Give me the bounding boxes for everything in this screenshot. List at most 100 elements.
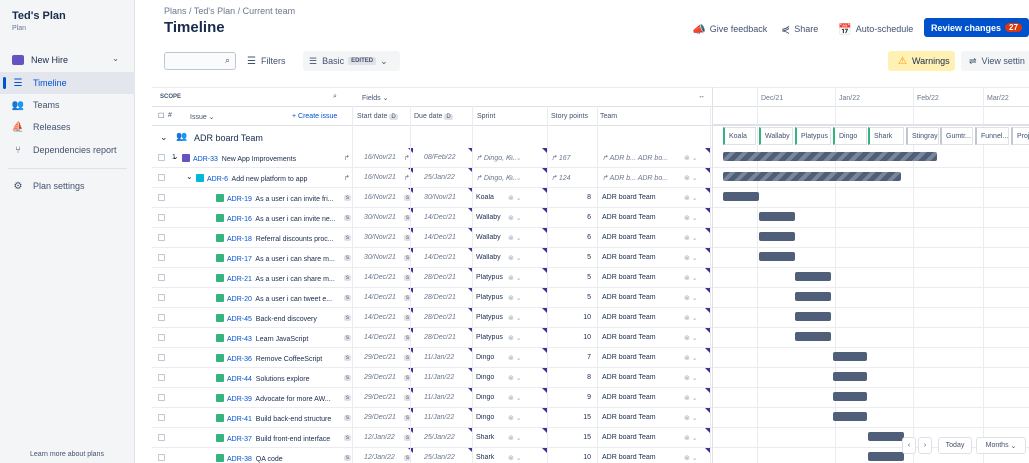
issue-bar[interactable] bbox=[795, 332, 831, 341]
due-date-cell[interactable]: 14/Dec/21 bbox=[424, 254, 456, 261]
issue-cell[interactable]: ADR-21 As a user i can share m... bbox=[216, 274, 342, 283]
start-date-cell[interactable]: 12/Jan/22 bbox=[364, 434, 395, 441]
issue-bar[interactable] bbox=[833, 412, 867, 421]
chevron-down-icon[interactable]: ⌄ bbox=[172, 152, 179, 161]
sprint-cell[interactable]: Wallaby bbox=[476, 234, 534, 241]
story-points-cell[interactable]: 7 bbox=[551, 354, 591, 361]
issue-key[interactable]: ADR-39 bbox=[227, 396, 252, 403]
row-checkbox[interactable] bbox=[158, 194, 165, 201]
team-cell[interactable]: ADR board Team bbox=[602, 434, 684, 441]
due-date-cell[interactable]: 28/Dec/21 bbox=[424, 274, 456, 281]
prev-button[interactable]: ‹ bbox=[902, 437, 916, 454]
team-cell[interactable]: ADR board Team bbox=[602, 334, 684, 341]
row-checkbox[interactable] bbox=[158, 414, 165, 421]
row-checkbox[interactable] bbox=[158, 394, 165, 401]
scope-search-icon[interactable]: ⌕ bbox=[333, 93, 337, 101]
sprint-cell[interactable]: Platypus bbox=[476, 334, 534, 341]
issue-key[interactable]: ADR-21 bbox=[227, 276, 252, 283]
warnings-button[interactable]: ⚠ Warnings bbox=[888, 51, 955, 71]
issue-cell[interactable]: ADR-20 As a user i can tweet e... bbox=[216, 294, 342, 303]
issue-bar[interactable] bbox=[759, 212, 795, 221]
sprint-wallaby[interactable]: Wallaby bbox=[759, 127, 793, 145]
issue-key[interactable]: ADR-43 bbox=[227, 336, 252, 343]
row-checkbox[interactable] bbox=[158, 234, 165, 241]
clear-icon[interactable]: ⊗ ⌄ bbox=[508, 394, 522, 402]
due-date-cell[interactable]: 11/Jan/22 bbox=[424, 394, 454, 401]
issue-cell[interactable]: ADR-37 Build front-end interface bbox=[216, 434, 342, 443]
row-checkbox[interactable] bbox=[158, 454, 165, 461]
issue-key[interactable]: ADR-18 bbox=[227, 236, 252, 243]
clear-icon[interactable]: ⊗ ⌄ bbox=[684, 254, 698, 262]
clear-icon[interactable]: ⊗ ⌄ bbox=[508, 414, 522, 422]
story-points-cell[interactable]: 10 bbox=[551, 334, 591, 341]
clear-icon[interactable]: ⊗ ⌄ bbox=[684, 274, 698, 282]
team-cell[interactable]: ADR board Team bbox=[602, 254, 684, 261]
chevron-down-icon[interactable]: ⌄ bbox=[186, 172, 193, 181]
issue-bar[interactable] bbox=[795, 272, 831, 281]
team-cell[interactable]: ADR board Team bbox=[602, 294, 684, 301]
clear-icon[interactable]: ⊗ ⌄ bbox=[684, 294, 698, 302]
team-cell[interactable]: ADR board Team bbox=[602, 194, 684, 201]
clear-icon[interactable]: ⊗ ⌄ bbox=[508, 354, 522, 362]
story-points-cell[interactable]: 10 bbox=[551, 314, 591, 321]
sprint-platypus[interactable]: Platypus bbox=[795, 127, 831, 145]
issue-key[interactable]: ADR-20 bbox=[227, 296, 252, 303]
issue-column-header[interactable]: Issue ⌄ bbox=[190, 113, 215, 121]
issue-bar[interactable] bbox=[833, 392, 867, 401]
story-points-cell[interactable]: 5 bbox=[551, 254, 591, 261]
sprint-cell[interactable]: Dingo bbox=[476, 374, 534, 381]
filters-button[interactable]: ☰ Filters bbox=[247, 52, 285, 70]
issue-bar[interactable] bbox=[795, 292, 831, 301]
issue-cell[interactable]: ADR-33 New App Improvements bbox=[182, 154, 342, 163]
start-date-cell[interactable]: 29/Dec/21 bbox=[364, 394, 396, 401]
start-date-cell[interactable]: 12/Jan/22 bbox=[364, 454, 395, 461]
team-cell[interactable]: ADR board Team bbox=[602, 354, 684, 361]
sprint-cell[interactable]: Shark bbox=[476, 434, 534, 441]
start-date-cell[interactable]: 30/Nov/21 bbox=[364, 214, 396, 221]
sprint-cell[interactable]: Dingo bbox=[476, 394, 534, 401]
view-basic-dropdown[interactable]: ☰ Basic EDITED ⌄ bbox=[303, 51, 400, 71]
row-checkbox[interactable] bbox=[158, 374, 165, 381]
clear-icon[interactable]: ⊗ ⌄ bbox=[684, 434, 698, 442]
clear-icon[interactable]: ⊗ ⌄ bbox=[684, 214, 698, 222]
clear-icon[interactable]: ⊗ ⌄ bbox=[684, 414, 698, 422]
clear-icon[interactable]: ⊗ ⌄ bbox=[684, 354, 698, 362]
issue-key[interactable]: ADR-6 bbox=[207, 176, 228, 183]
issue-key[interactable]: ADR-16 bbox=[227, 216, 252, 223]
due-date-cell[interactable]: 11/Jan/22 bbox=[424, 374, 454, 381]
row-checkbox[interactable] bbox=[158, 174, 165, 181]
share-button[interactable]: ⋞ Share bbox=[781, 20, 818, 38]
issue-cell[interactable]: ADR-38 QA code bbox=[216, 454, 342, 463]
issue-key[interactable]: ADR-19 bbox=[227, 196, 252, 203]
clear-icon[interactable]: ⊗ ⌄ bbox=[684, 374, 698, 382]
issue-bar[interactable] bbox=[723, 192, 759, 201]
issue-cell[interactable]: ADR-41 Build back-end structure bbox=[216, 414, 342, 423]
due-date-cell[interactable]: 25/Jan/22 bbox=[424, 434, 455, 441]
clear-icon[interactable]: ⊗ ⌄ bbox=[684, 194, 698, 202]
story-points-cell[interactable]: 6 bbox=[551, 234, 591, 241]
issue-bar[interactable] bbox=[833, 372, 867, 381]
issue-cell[interactable]: ADR-43 Learn JavaScript bbox=[216, 334, 342, 343]
clear-icon[interactable]: ⊗ ⌄ bbox=[508, 274, 522, 282]
sidebar-item-timeline[interactable]: ☰ Timeline bbox=[0, 72, 135, 94]
clear-icon[interactable]: ⊗ ⌄ bbox=[508, 294, 522, 302]
sprint-cell[interactable]: Platypus bbox=[476, 274, 534, 281]
story-points-cell[interactable]: 10 bbox=[551, 454, 591, 461]
issue-cell[interactable]: ADR-6 Add new platform to app bbox=[196, 174, 342, 183]
issue-cell[interactable]: ADR-44 Solutions explore bbox=[216, 374, 342, 383]
team-cell[interactable]: ADR board Team bbox=[602, 454, 684, 461]
team-cell[interactable]: ↱ ADR b... ADR bo... bbox=[602, 154, 684, 162]
story-points-cell[interactable]: 15 bbox=[551, 434, 591, 441]
next-button[interactable]: › bbox=[918, 437, 932, 454]
issue-key[interactable]: ADR-36 bbox=[227, 356, 252, 363]
start-date-header[interactable]: Start date D bbox=[357, 113, 402, 120]
issue-bar[interactable] bbox=[759, 252, 795, 261]
clear-icon[interactable]: ⊗ ⌄ bbox=[508, 214, 522, 222]
issue-key[interactable]: ADR-38 bbox=[227, 456, 252, 463]
clear-icon[interactable]: ⊗ ⌄ bbox=[508, 434, 522, 442]
story-points-cell[interactable]: 6 bbox=[551, 214, 591, 221]
row-checkbox[interactable] bbox=[158, 354, 165, 361]
issue-bar[interactable] bbox=[868, 432, 904, 441]
story-points-cell[interactable]: ↱ 167 bbox=[551, 154, 591, 162]
story-points-header[interactable]: Story points bbox=[551, 113, 588, 120]
